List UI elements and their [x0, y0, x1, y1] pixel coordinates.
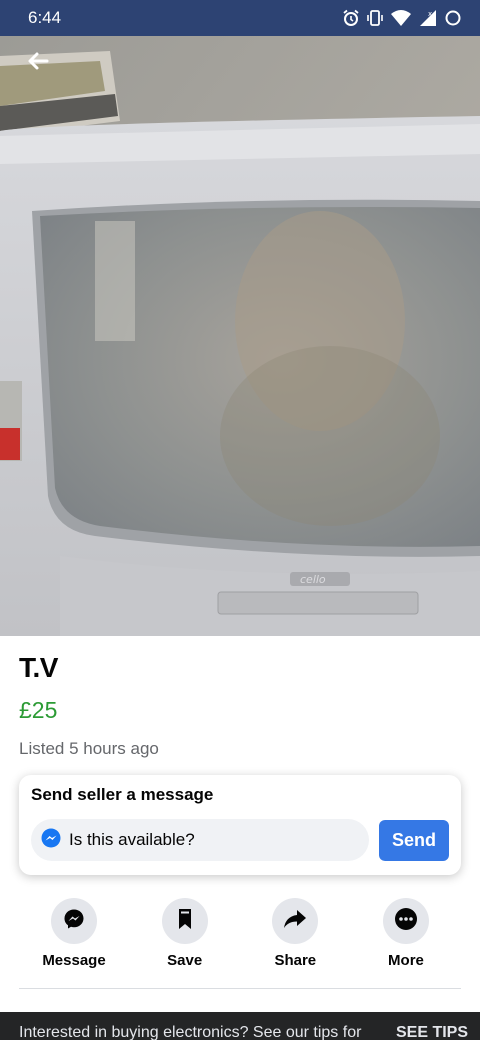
action-bar: Message Save Share More [19, 898, 461, 978]
status-bar: 6:44 x [0, 0, 480, 36]
battery-icon [444, 9, 462, 27]
listing-price: £25 [19, 697, 58, 723]
send-message-card: Send seller a message Send [19, 775, 461, 875]
tips-banner-text: Interested in buying electronics? See ou… [19, 1024, 362, 1040]
status-icons: x [342, 9, 462, 27]
save-action-label: Save [167, 952, 203, 969]
message-action-circle[interactable] [51, 898, 97, 944]
alarm-icon [342, 9, 360, 27]
see-tips-link[interactable]: SEE TIPS [396, 1024, 468, 1040]
wifi-icon [390, 9, 412, 27]
listing-title: T.V [19, 652, 58, 683]
send-button[interactable]: Send [379, 820, 449, 861]
tv-brand-text: cello [300, 573, 326, 586]
status-time: 6:44 [28, 8, 62, 27]
listing-photo[interactable]: cello [0, 36, 480, 636]
message-input[interactable] [69, 830, 339, 850]
share-icon [283, 908, 307, 935]
more-action-label: More [388, 952, 424, 969]
bookmark-icon [175, 907, 195, 936]
tv-photo-illustration: cello [0, 36, 480, 636]
share-action-label: Share [274, 952, 317, 969]
message-action-label: Message [42, 952, 106, 969]
more-icon [394, 907, 418, 936]
more-action-circle[interactable] [382, 898, 429, 944]
svg-text:x: x [428, 10, 432, 18]
message-action-button[interactable]: Message [19, 898, 129, 978]
message-input-wrapper[interactable] [31, 819, 369, 861]
send-message-heading: Send seller a message [31, 785, 214, 804]
section-divider [19, 988, 461, 989]
save-action-circle[interactable] [161, 898, 208, 944]
share-action-circle[interactable] [272, 898, 319, 944]
tips-banner[interactable]: Interested in buying electronics? See ou… [0, 1012, 480, 1040]
share-action-button[interactable]: Share [240, 898, 350, 978]
more-action-button[interactable]: More [351, 898, 461, 978]
messenger-icon [41, 828, 61, 853]
back-button[interactable] [18, 46, 58, 80]
back-arrow-icon [27, 51, 49, 76]
save-action-button[interactable]: Save [130, 898, 240, 978]
messenger-icon [62, 907, 86, 936]
signal-icon: x [418, 9, 438, 27]
listed-time: Listed 5 hours ago [19, 739, 159, 758]
vibrate-icon [366, 9, 384, 27]
